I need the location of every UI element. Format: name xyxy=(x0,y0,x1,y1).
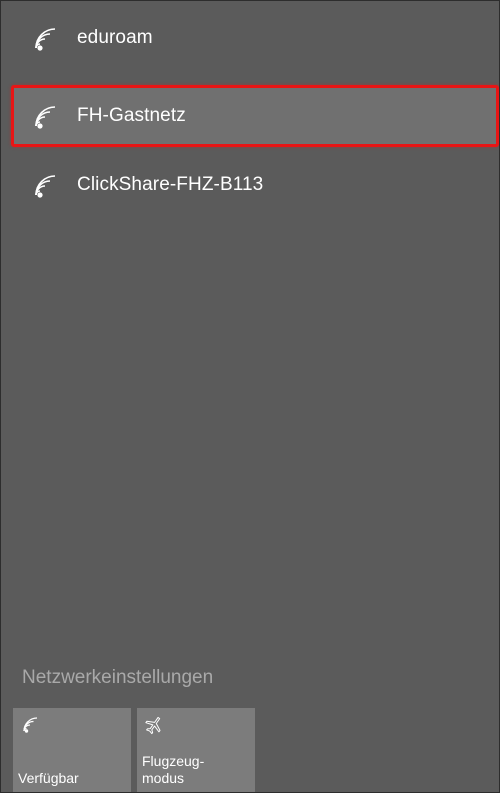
wifi-available-toggle[interactable]: Verfügbar xyxy=(13,708,131,792)
wifi-icon xyxy=(27,100,59,132)
wifi-icon xyxy=(27,169,59,201)
network-item-clickshare[interactable]: ClickShare-FHZ-B113 xyxy=(11,157,499,219)
network-flyout: eduroam FH-Gastnetz ClickShare-FHZ-B113 … xyxy=(0,0,500,793)
airplane-icon xyxy=(144,715,164,735)
wifi-icon xyxy=(20,715,40,735)
tile-label: Flugzeug- modus xyxy=(142,753,205,786)
network-name: FH-Gastnetz xyxy=(77,105,186,126)
network-item-eduroam[interactable]: eduroam xyxy=(11,11,499,73)
network-name: ClickShare-FHZ-B113 xyxy=(77,174,264,195)
airplane-mode-toggle[interactable]: Flugzeug- modus xyxy=(137,708,255,792)
network-item-fh-gastnetz[interactable]: FH-Gastnetz xyxy=(11,85,499,147)
network-name: eduroam xyxy=(77,27,153,48)
tile-label: Verfügbar xyxy=(18,770,79,786)
wifi-icon xyxy=(27,22,59,54)
network-settings-link[interactable]: Netzwerkeinstellungen xyxy=(22,667,213,689)
